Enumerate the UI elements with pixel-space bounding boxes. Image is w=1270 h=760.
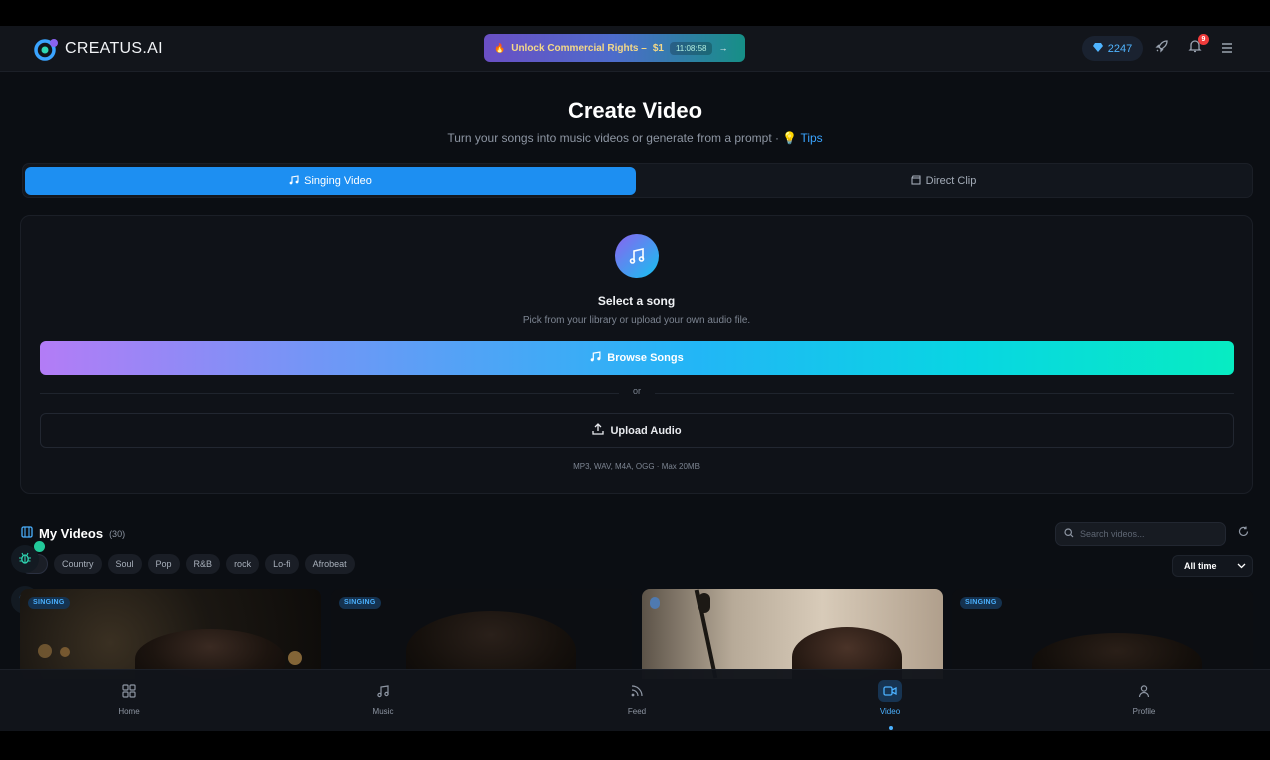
video-card[interactable] (642, 589, 943, 679)
browse-label: Browse Songs (607, 352, 684, 364)
genre-chip[interactable]: rock (226, 554, 260, 574)
film-icon (21, 526, 33, 541)
page-title: Create Video (567, 98, 703, 123)
bokeh-light (288, 651, 302, 665)
logo-text: CREATUS.AI (65, 40, 163, 57)
nav-label: Profile (1132, 707, 1156, 716)
supported-formats: MP3, WAV, M4A, OGG · Max 20MB (573, 462, 700, 471)
or-separator: or (619, 386, 655, 396)
top-header: CREATUS.AI 🔥 Unlock Commercial Rights – … (0, 26, 1270, 72)
my-videos-count: (30) (109, 528, 126, 539)
mode-tabs: Singing Video Direct Clip (22, 163, 1253, 198)
grid-icon (117, 680, 141, 702)
video-icon (878, 680, 902, 702)
nav-label: Feed (627, 707, 647, 716)
genre-filter: Country Soul Pop R&B rock Lo-fi Afrobeat (20, 554, 355, 574)
browse-songs-button[interactable]: Browse Songs (40, 341, 1234, 375)
credits-pill[interactable]: 2247 (1082, 36, 1143, 61)
music-note-icon (289, 174, 299, 188)
notification-badge: 9 (1198, 34, 1209, 45)
genre-chip[interactable]: Soul (107, 554, 142, 574)
time-filter-value: All time (1184, 561, 1217, 571)
nav-label: Music (372, 707, 394, 716)
video-tag: SINGING (339, 597, 381, 609)
nav-feed[interactable]: Feed (607, 680, 667, 716)
diamond-icon (1092, 42, 1103, 55)
active-indicator (889, 726, 893, 730)
clapperboard-icon (911, 174, 921, 188)
search-input[interactable] (1080, 529, 1210, 539)
subtitle-text: Turn your songs into music videos or gen… (447, 131, 780, 145)
arrow-right-icon: → (718, 43, 728, 53)
credits-count: 2247 (1107, 42, 1133, 55)
video-card[interactable]: SINGING (20, 589, 321, 679)
bottom-navigation: Home Music Feed Video Profile (0, 669, 1270, 731)
my-videos-heading: My Videos (30) (21, 526, 125, 541)
tab-direct-clip[interactable]: Direct Clip (636, 167, 1251, 195)
user-icon (1132, 680, 1156, 702)
bug-icon (18, 551, 32, 568)
promo-banner[interactable]: 🔥 Unlock Commercial Rights – $1 11:08:58… (484, 34, 745, 62)
music-note-icon (590, 351, 601, 365)
microphone-icon (698, 593, 710, 613)
my-videos-title: My Videos (39, 526, 104, 541)
bug-report-button[interactable] (11, 541, 45, 573)
search-box (1055, 522, 1226, 546)
music-icon (615, 234, 659, 278)
nav-music[interactable]: Music (353, 680, 413, 716)
select-song-card: Select a song Pick from your library or … (20, 215, 1253, 494)
genre-chip[interactable]: R&B (185, 554, 221, 574)
nav-label: Video (879, 707, 901, 716)
tab-label: Singing Video (304, 175, 372, 187)
video-card[interactable]: SINGING (952, 589, 1253, 679)
bokeh-light (60, 647, 70, 657)
chevron-down-icon (1237, 561, 1246, 571)
app-frame: CREATUS.AI 🔥 Unlock Commercial Rights – … (0, 26, 1270, 731)
genre-chip[interactable]: Afrobeat (304, 554, 355, 574)
upload-audio-button[interactable]: Upload Audio (40, 413, 1234, 448)
upload-label: Upload Audio (610, 424, 682, 437)
fire-icon: 🔥 (494, 42, 506, 53)
music-icon (371, 680, 395, 702)
tab-singing-video[interactable]: Singing Video (25, 167, 636, 195)
rss-icon (625, 680, 649, 702)
genre-chip[interactable]: Pop (147, 554, 180, 574)
promo-price: $1 (652, 42, 664, 54)
card-title: Select a song (597, 294, 676, 308)
card-subtitle: Pick from your library or upload your ow… (522, 315, 751, 326)
bokeh-light (38, 644, 52, 658)
logo-icon (34, 37, 60, 61)
time-filter-select[interactable]: All time (1172, 555, 1253, 577)
genre-chip[interactable]: Country (54, 554, 102, 574)
logo[interactable]: CREATUS.AI (34, 37, 163, 61)
video-tag: SINGING (28, 597, 70, 609)
tips-link[interactable]: Tips (800, 131, 822, 145)
genre-chip[interactable]: Lo-fi (265, 554, 299, 574)
video-card[interactable]: SINGING (331, 589, 632, 679)
rocket-icon[interactable] (1153, 39, 1171, 57)
page-subtitle: Turn your songs into music videos or gen… (0, 131, 1270, 145)
nav-video[interactable]: Video (860, 680, 920, 716)
refresh-icon[interactable] (1236, 526, 1250, 540)
nav-profile[interactable]: Profile (1114, 680, 1174, 716)
nav-home[interactable]: Home (99, 680, 159, 716)
status-dot (34, 541, 45, 552)
promo-timer: 11:08:58 (669, 41, 713, 55)
promo-text: Unlock Commercial Rights – (511, 42, 647, 54)
lightbulb-icon: 💡 (782, 131, 798, 145)
upload-icon (592, 423, 605, 438)
video-tag (650, 597, 660, 609)
nav-label: Home (118, 707, 140, 716)
search-icon (1064, 528, 1074, 540)
menu-icon[interactable] (1218, 39, 1236, 57)
tab-label: Direct Clip (925, 175, 977, 187)
video-tag: SINGING (960, 597, 1002, 609)
